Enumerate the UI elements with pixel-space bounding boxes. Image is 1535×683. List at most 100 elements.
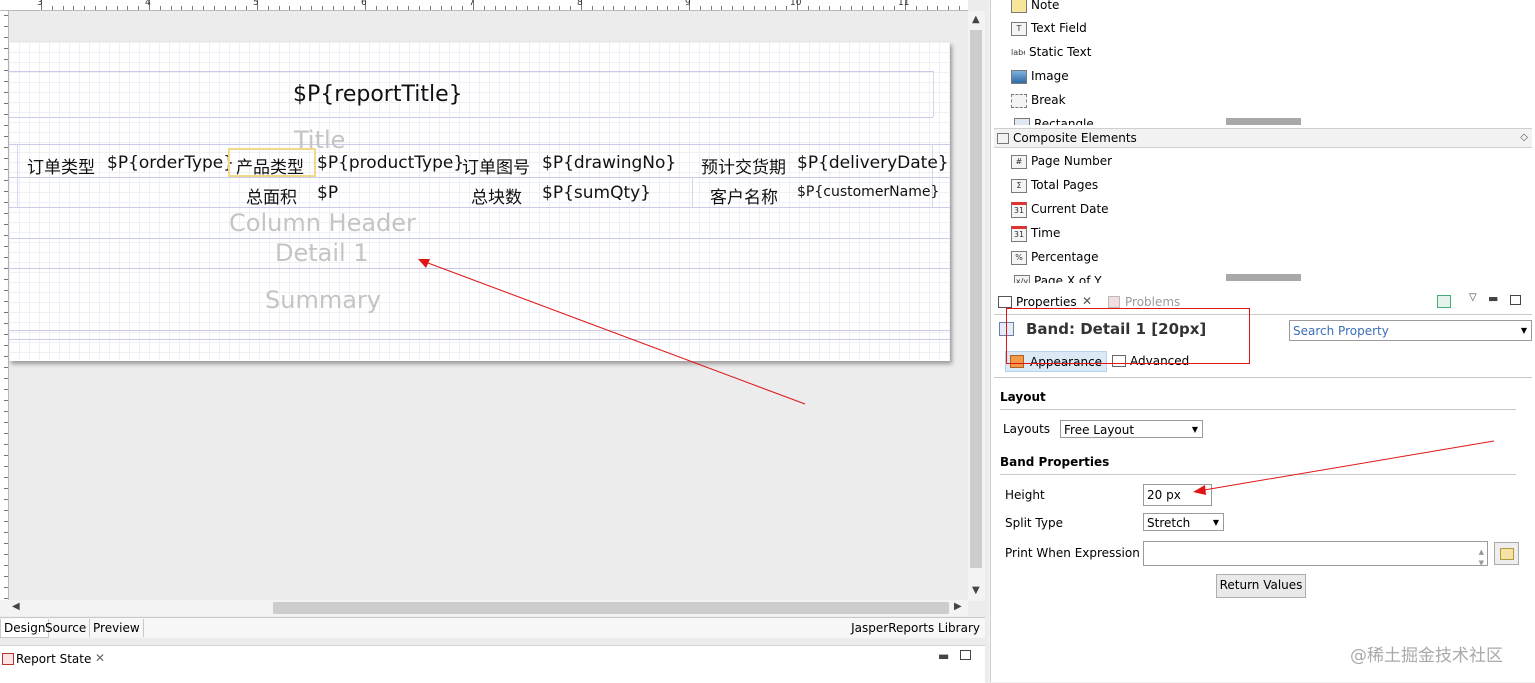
total-qty-field[interactable]: $P{sumQty} xyxy=(542,183,651,203)
return-values-button[interactable]: Return Values xyxy=(1216,574,1306,598)
ruler-minor-tick xyxy=(4,81,8,82)
chevron-down-icon[interactable]: ▼ xyxy=(1192,421,1198,439)
product-type-label[interactable]: 产品类型 xyxy=(236,153,304,178)
palette-item-percentage[interactable]: % Percentage xyxy=(1011,247,1099,267)
tab-source[interactable]: Source xyxy=(42,619,91,637)
palette-item-current-date[interactable]: 31 Current Date xyxy=(1011,199,1109,219)
scroll-up-icon[interactable]: ▲ xyxy=(972,14,980,25)
report-title-field[interactable]: $P{reportTitle} xyxy=(293,82,463,107)
scroll-left-icon[interactable]: ◀ xyxy=(12,601,20,612)
ruler-minor-tick xyxy=(483,6,485,10)
vertical-scroll-thumb[interactable] xyxy=(970,30,982,568)
search-property-combo[interactable]: Search Property ▼ xyxy=(1289,320,1532,341)
height-input[interactable]: 20 px xyxy=(1143,484,1212,506)
order-type-label[interactable]: 订单类型 xyxy=(27,153,95,178)
ruler-minor-tick xyxy=(4,389,8,390)
ruler-minor-tick xyxy=(105,6,107,10)
rectangle-icon xyxy=(1014,117,1030,125)
minimize-icon[interactable]: ▬ xyxy=(1488,292,1498,305)
time-icon: 31 xyxy=(1011,225,1027,242)
palette-scroll-more[interactable] xyxy=(1226,274,1301,281)
palette-item-note[interactable]: Note xyxy=(1011,0,1059,15)
close-icon[interactable]: ✕ xyxy=(1082,294,1092,308)
horizontal-scroll-thumb[interactable] xyxy=(273,602,949,614)
ruler-minor-tick xyxy=(354,6,356,10)
scroll-right-icon[interactable]: ▶ xyxy=(954,601,962,612)
collapse-icon[interactable]: ◇ xyxy=(1520,129,1528,147)
drawing-no-label[interactable]: 订单图号 xyxy=(462,153,530,178)
delivery-date-field[interactable]: $P{deliveryDate} xyxy=(797,153,949,173)
ruler-minor-tick xyxy=(4,477,8,478)
tab-problems[interactable]: Problems xyxy=(1125,295,1180,309)
scroll-down-icon[interactable]: ▼ xyxy=(972,585,980,596)
ruler-minor-tick xyxy=(4,499,8,500)
maximize-icon[interactable] xyxy=(1510,295,1521,305)
drawing-no-field[interactable]: $P{drawingNo} xyxy=(542,153,676,173)
tab-properties[interactable]: Properties xyxy=(1016,295,1077,309)
customer-name-label[interactable]: 客户名称 xyxy=(710,183,778,208)
tab-preview[interactable]: Preview xyxy=(90,619,144,637)
spin-down-icon[interactable]: ▼ xyxy=(1479,554,1484,572)
palette-item-static-text[interactable]: label Static Text xyxy=(1011,42,1091,62)
customer-name-field[interactable]: $P{customerName} xyxy=(797,184,939,200)
vertical-ruler xyxy=(0,11,9,601)
ruler-minor-tick xyxy=(289,6,291,10)
ruler-number: 7 xyxy=(469,0,475,8)
total-qty-label[interactable]: 总块数 xyxy=(471,183,522,208)
report-state-tab[interactable]: Report State xyxy=(16,652,91,666)
order-type-field[interactable]: $P{orderType} xyxy=(107,153,234,173)
ruler-minor-tick xyxy=(667,6,669,10)
palette-item-label: Text Field xyxy=(1031,21,1087,35)
total-area-field[interactable]: $P xyxy=(317,183,338,203)
palette-item-page-x-of-y[interactable]: x/y Page X of Y xyxy=(1014,271,1102,283)
ruler-minor-tick xyxy=(4,15,8,16)
total-area-label[interactable]: 总面积 xyxy=(246,183,297,208)
palette-item-total-pages[interactable]: Σ Total Pages xyxy=(1011,175,1098,195)
ruler-minor-tick xyxy=(4,191,8,192)
design-canvas[interactable]: $P{reportTitle} Title Column Header Deta… xyxy=(9,11,967,601)
ruler-minor-tick xyxy=(559,6,561,10)
print-when-label: Print When Expression xyxy=(1005,546,1140,560)
ruler-minor-tick xyxy=(192,6,194,10)
report-page[interactable]: $P{reportTitle} Title Column Header Deta… xyxy=(9,42,950,361)
maximize-icon[interactable] xyxy=(960,650,971,660)
view-menu-icon[interactable]: ▽ xyxy=(1469,292,1477,303)
palette-item-label: Time xyxy=(1031,226,1061,240)
palette-item-text-field[interactable]: T Text Field xyxy=(1011,18,1087,38)
ruler-minor-tick xyxy=(656,6,658,10)
ruler-minor-tick xyxy=(4,180,8,181)
layouts-select[interactable]: Free Layout ▼ xyxy=(1060,420,1203,438)
ruler-minor-tick xyxy=(4,466,8,467)
layouts-value: Free Layout xyxy=(1064,423,1135,437)
palette-item-break[interactable]: Break xyxy=(1011,90,1066,110)
ruler-minor-tick xyxy=(278,6,280,10)
minimize-icon[interactable]: ▬ xyxy=(938,649,949,663)
ruler-minor-tick xyxy=(775,6,777,10)
delivery-date-label[interactable]: 预计交货期 xyxy=(701,153,786,178)
split-type-label: Split Type xyxy=(1005,516,1063,530)
chevron-down-icon[interactable]: ▼ xyxy=(1521,321,1527,341)
product-type-field[interactable]: $P{productType} xyxy=(317,153,464,173)
palette-item-rectangle[interactable]: Rectangle xyxy=(1014,114,1094,125)
palette-scroll-more[interactable] xyxy=(1226,118,1301,125)
split-type-select[interactable]: Stretch ▼ xyxy=(1143,513,1224,531)
palette-item-time[interactable]: 31 Time xyxy=(1011,223,1060,243)
layout-section-title: Layout xyxy=(1000,390,1046,404)
print-when-expression-input[interactable]: ▲ ▼ xyxy=(1143,541,1488,567)
ruler-minor-tick xyxy=(4,532,8,533)
chevron-down-icon[interactable]: ▼ xyxy=(1213,514,1219,532)
ruler-minor-tick xyxy=(4,301,8,302)
ruler-minor-tick xyxy=(4,202,8,203)
percentage-icon: % xyxy=(1011,250,1027,265)
expression-editor-button[interactable] xyxy=(1494,542,1519,565)
close-icon[interactable]: ✕ xyxy=(95,651,105,665)
palette-item-image[interactable]: Image xyxy=(1011,66,1069,86)
ruler-minor-tick xyxy=(883,6,885,10)
ruler-minor-tick xyxy=(4,103,8,104)
static-text-icon: label xyxy=(1011,47,1025,57)
ruler-minor-tick xyxy=(4,114,8,115)
ruler-minor-tick xyxy=(915,6,917,10)
composite-elements-header[interactable]: Composite Elements ◇ xyxy=(994,128,1532,148)
pin-icon[interactable] xyxy=(1437,295,1451,308)
palette-item-page-number[interactable]: # Page Number xyxy=(1011,151,1112,171)
